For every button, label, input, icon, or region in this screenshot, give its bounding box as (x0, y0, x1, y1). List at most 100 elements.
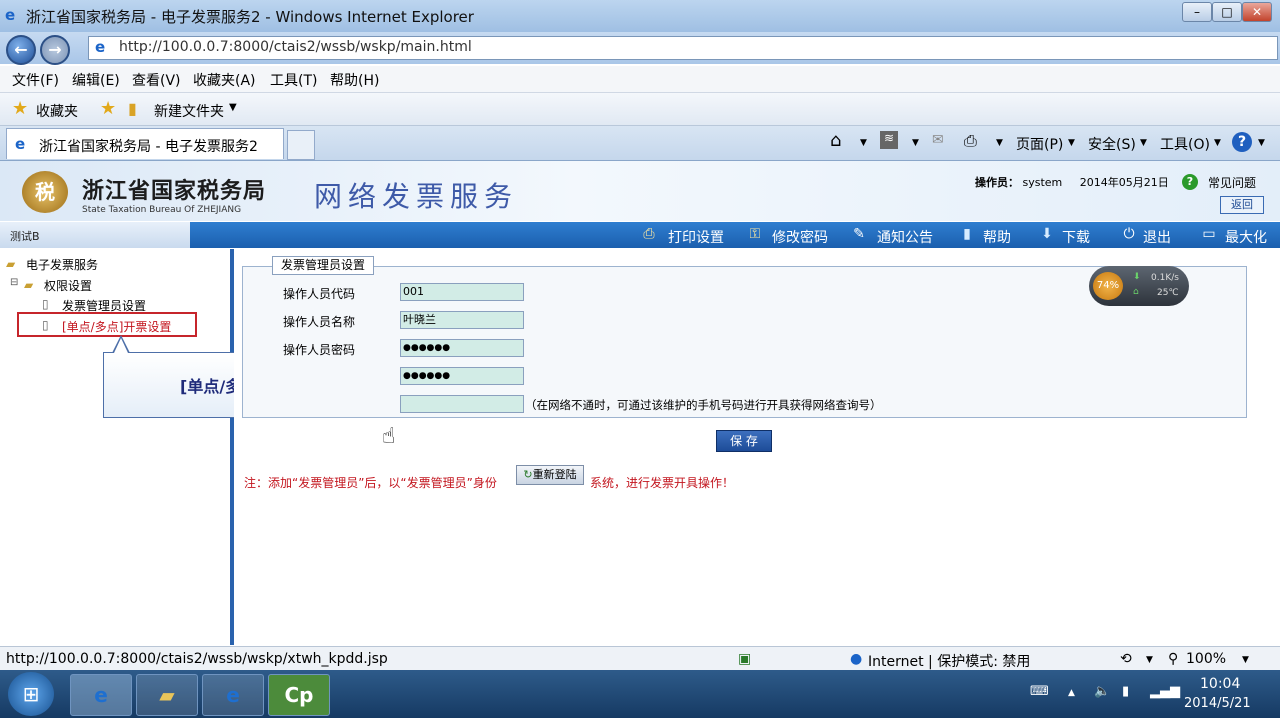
clock-date[interactable]: 2014/5/21 (1184, 696, 1251, 711)
save-button[interactable]: 保 存 (716, 430, 772, 452)
ie-taskbar-icon[interactable]: e (70, 674, 132, 716)
add-favorite-icon[interactable]: ★ (100, 98, 116, 119)
user-box: 测试B (0, 222, 190, 248)
cpu-icon: ⌂ (1133, 287, 1139, 297)
safety-menu[interactable]: 安全(S) (1088, 134, 1136, 154)
nav-notices[interactable]: 通知公告 (877, 227, 933, 247)
back-arrow-icon[interactable]: ← (6, 35, 36, 65)
faq-link[interactable]: 常见问题 (1208, 174, 1256, 191)
explorer-folder-icon[interactable]: ▰ (136, 674, 198, 716)
menu-view[interactable]: 查看(V) (132, 70, 181, 90)
nav-print-settings[interactable]: 打印设置 (668, 227, 724, 247)
rss-icon[interactable]: ≋ (880, 131, 898, 149)
chevron-down-icon[interactable]: ▼ (1146, 655, 1153, 665)
label-operator-password: 操作人员密码 (283, 343, 356, 357)
ie-page-icon: e (95, 38, 106, 56)
url-text: http://100.0.0.7:8000/ctais2/wssb/wskp/m… (119, 39, 472, 55)
mail-icon[interactable]: ✉ (932, 132, 944, 148)
notice-icon: ✎ (853, 226, 865, 242)
menu-bar: 文件(F) 编辑(E) 查看(V) 收藏夹(A) 工具(T) 帮助(H) (0, 66, 1280, 93)
confirm-password-input[interactable]: ●●●●●● (400, 367, 524, 385)
page-menu[interactable]: 页面(P) (1016, 134, 1063, 154)
nav-download[interactable]: 下载 (1062, 227, 1090, 247)
ie-tab-icon: e (15, 135, 26, 153)
operator-code-input[interactable]: 001 (400, 283, 524, 301)
refresh-icon: ↻ (523, 468, 533, 481)
print-icon[interactable]: ⎙ (964, 131, 977, 151)
home-icon[interactable]: ⌂ (830, 130, 841, 151)
maximize-button[interactable]: □ (1212, 2, 1242, 22)
question-icon: ? (1182, 174, 1198, 190)
protected-mode-icon[interactable]: ⟲ (1120, 651, 1132, 667)
function-navbar: 测试B ⎙ 打印设置 ⚿ 修改密码 ✎ 通知公告 ▮ 帮助 ⬇ 下载 ⏻ 退出 … (0, 222, 1280, 248)
current-date: 2014年05月21日 (1079, 176, 1169, 189)
tree-group-permissions[interactable]: 权限设置 (44, 277, 92, 294)
chevron-down-icon[interactable]: ▼ (1242, 655, 1249, 665)
new-tab-button[interactable] (287, 130, 315, 160)
tools-menu[interactable]: 工具(O) (1160, 134, 1210, 154)
relogin-button[interactable]: ↻重新登陆 (516, 465, 584, 485)
power-icon: ⏻ (1123, 226, 1135, 242)
chevron-down-icon[interactable]: ▼ (229, 102, 237, 113)
clock-time[interactable]: 10:04 (1200, 676, 1240, 692)
help-icon[interactable]: ? (1232, 132, 1252, 152)
menu-tools[interactable]: 工具(T) (270, 70, 317, 90)
tree-root[interactable]: 电子发票服务 (26, 256, 98, 273)
collapse-icon[interactable]: ⊟ (10, 277, 18, 288)
operator-name-input[interactable]: 叶晓兰 (400, 311, 524, 329)
callout-pointer-inner (114, 338, 128, 353)
nav-exit[interactable]: 退出 (1143, 227, 1171, 247)
usage-percent: 74% (1093, 272, 1123, 300)
star-icon: ★ (12, 98, 29, 119)
show-hidden-icons[interactable]: ▲ (1068, 688, 1075, 698)
new-folder-button[interactable]: 新建文件夹 (154, 101, 224, 121)
network-monitor-widget: 74% ⬇ 0.1K/s ⌂ 25℃ (1089, 266, 1189, 306)
hand-cursor-icon: ☝ (382, 424, 396, 449)
minimize-button[interactable]: – (1182, 2, 1212, 22)
menu-favorites[interactable]: 收藏夹(A) (193, 70, 256, 90)
maximize-icon: ▭ (1202, 226, 1216, 242)
status-bar: http://100.0.0.7:8000/ctais2/wssb/wskp/x… (0, 646, 1280, 671)
favorites-button[interactable]: 收藏夹 (36, 101, 78, 121)
temperature: 25℃ (1157, 288, 1179, 298)
url-input[interactable]: e http://100.0.0.7:8000/ctais2/wssb/wskp… (88, 36, 1278, 60)
browser-tab[interactable]: e 浙江省国家税务局 - 电子发票服务2 (6, 128, 284, 159)
chevron-down-icon[interactable]: ▼ (1140, 138, 1147, 148)
menu-file[interactable]: 文件(F) (12, 70, 59, 90)
chevron-down-icon[interactable]: ▼ (996, 138, 1003, 148)
back-button[interactable]: 返回 (1220, 196, 1264, 214)
security-zone: Internet | 保护模式: 禁用 (868, 654, 1031, 670)
network-icon[interactable]: ▂▄▆ (1150, 684, 1180, 699)
favorites-bar: ★ 收藏夹 ★ ▮ 新建文件夹 ▼ (0, 93, 1280, 126)
key-icon: ⚿ (749, 226, 761, 242)
zoom-level[interactable]: 100% (1186, 651, 1226, 667)
menu-edit[interactable]: 编辑(E) (72, 70, 120, 90)
phone-hint: （在网络不通时，可通过该维护的手机号码进行开具获得网络查询号） (525, 398, 882, 412)
nav-change-password[interactable]: 修改密码 (772, 227, 828, 247)
operator-info: 操作员： system 2014年05月21日 (975, 174, 1169, 190)
forward-arrow-icon[interactable]: → (40, 35, 70, 65)
nav-maximize[interactable]: 最大化 (1225, 227, 1267, 247)
phone-input[interactable] (400, 395, 524, 413)
chevron-down-icon[interactable]: ▼ (912, 138, 919, 148)
keyboard-icon[interactable]: ⌨ (1030, 684, 1049, 699)
close-button[interactable]: ✕ (1242, 2, 1272, 22)
chevron-down-icon[interactable]: ▼ (1068, 138, 1075, 148)
nav-help[interactable]: 帮助 (983, 227, 1011, 247)
app-header: 税 浙江省国家税务局 State Taxation Bureau Of ZHEJ… (0, 161, 1280, 221)
chevron-down-icon[interactable]: ▼ (860, 138, 867, 148)
relogin-label: 重新登陆 (532, 468, 577, 481)
instruction-note-end: 系统，进行发票开具操作！ (590, 476, 735, 490)
ie-launch-icon[interactable]: e (202, 674, 264, 716)
chevron-down-icon[interactable]: ▼ (1214, 138, 1221, 148)
volume-icon[interactable]: 🔈 (1094, 684, 1110, 699)
power-tray-icon[interactable]: ▮ (1122, 684, 1129, 699)
folder-open-icon: ▰ (24, 278, 34, 292)
captivate-icon[interactable]: Cp (268, 674, 330, 716)
tab-bar: e 浙江省国家税务局 - 电子发票服务2 ⌂ ▼ ≋ ▼ ✉ ⎙ ▼ 页面(P)… (0, 126, 1280, 161)
chevron-down-icon[interactable]: ▼ (1258, 138, 1265, 148)
password-input[interactable]: ●●●●●● (400, 339, 524, 357)
menu-help[interactable]: 帮助(H) (330, 70, 379, 90)
windows-start-icon[interactable]: ⊞ (8, 672, 54, 716)
zoom-icon: ⚲ (1168, 651, 1179, 667)
